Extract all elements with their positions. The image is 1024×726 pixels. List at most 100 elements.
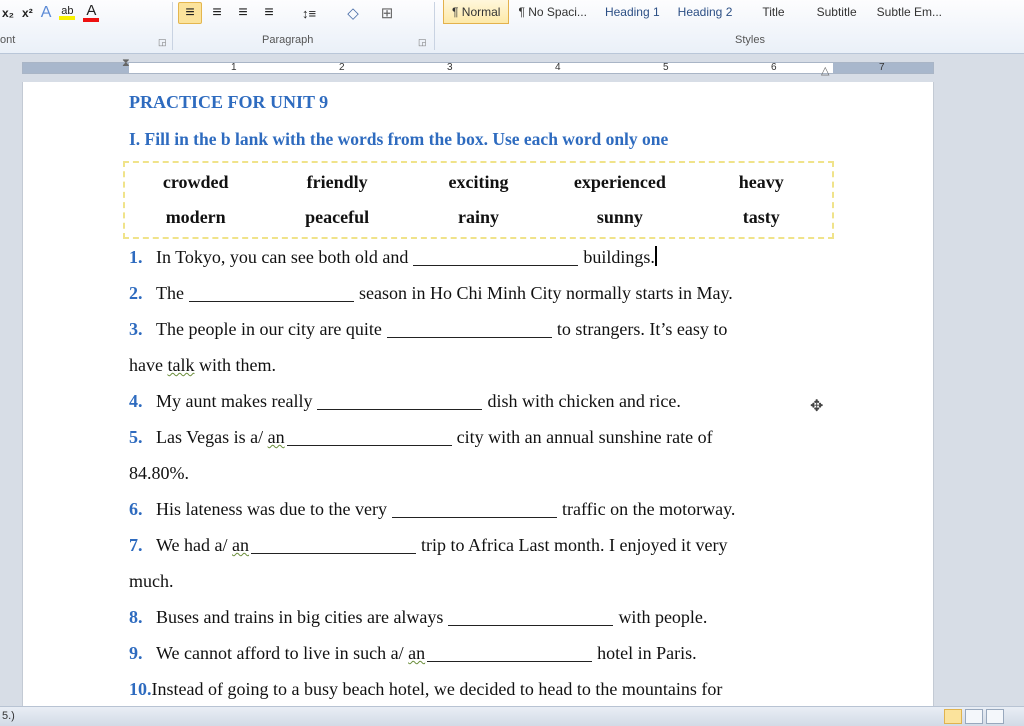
ruler-number: 6 bbox=[771, 62, 777, 73]
status-text: 5.) bbox=[2, 710, 15, 722]
word-box-item: crowded bbox=[162, 172, 229, 192]
web-layout-view-icon[interactable] bbox=[986, 709, 1004, 724]
split-cursor-icon: ✥ bbox=[810, 398, 824, 415]
text-cursor bbox=[654, 246, 657, 266]
style-normal[interactable]: ¶ Normal bbox=[443, 0, 510, 24]
full-screen-reading-view-icon[interactable] bbox=[965, 709, 983, 724]
answer-blank bbox=[286, 428, 452, 446]
question-7-continued: much. bbox=[129, 563, 829, 599]
question-text: The people in our city are quite bbox=[156, 319, 382, 339]
font-dialog-launcher-icon[interactable]: ◲ bbox=[158, 37, 167, 48]
word-box-item: experienced bbox=[573, 172, 666, 192]
answer-blank bbox=[188, 284, 354, 302]
question-text: In Tokyo, you can see both old and bbox=[156, 247, 409, 267]
font-format-row: x₂ x² A ab A bbox=[0, 0, 105, 26]
document-page[interactable]: PRACTICE FOR UNIT 9 I. Fill in the b lan… bbox=[22, 82, 934, 706]
spelling-marked-word: an bbox=[267, 427, 285, 447]
group-separator bbox=[434, 2, 435, 50]
ruler-number: 7 bbox=[879, 62, 885, 73]
view-buttons bbox=[941, 709, 1004, 724]
font-group-label: ont bbox=[0, 34, 16, 46]
question-text: much. bbox=[129, 571, 174, 591]
center-button[interactable]: ≡ bbox=[206, 2, 228, 24]
question-text: season in Ho Chi Minh City normally star… bbox=[358, 283, 733, 303]
line-spacing-button[interactable]: ↕≡ bbox=[292, 2, 326, 24]
first-line-indent-marker-icon[interactable]: ⧗ bbox=[122, 57, 130, 70]
question-3: 3. The people in our city are quite to str… bbox=[129, 311, 829, 347]
question-text: My aunt makes really bbox=[156, 391, 313, 411]
status-bar: 5.) bbox=[0, 706, 1024, 726]
justify-button[interactable]: ≡ bbox=[258, 2, 280, 24]
group-separator bbox=[172, 2, 173, 50]
question-number: 2. bbox=[129, 283, 143, 303]
question-text: to strangers. It’s easy to bbox=[556, 319, 728, 339]
question-7: 7. We had a/ an trip to Africa Last month.… bbox=[129, 527, 829, 563]
ruler-number: 5 bbox=[663, 62, 669, 73]
text-effects-button[interactable]: A bbox=[39, 2, 54, 24]
question-text: Instead of going to a busy beach hotel, … bbox=[151, 679, 723, 699]
styles-gallery: ¶ Normal ¶ No Spaci... Heading 1 Heading… bbox=[443, 0, 951, 30]
align-right-button[interactable]: ≡ bbox=[232, 2, 254, 24]
question-3-continued: have talk with them. bbox=[129, 347, 829, 383]
question-text: We had a/ bbox=[156, 535, 233, 555]
document-title: PRACTICE FOR UNIT 9 bbox=[129, 92, 329, 112]
word-box-item: exciting bbox=[448, 172, 509, 192]
paragraph-dialog-launcher-icon[interactable]: ◲ bbox=[418, 37, 427, 48]
word-box-item: heavy bbox=[738, 172, 784, 192]
align-left-button[interactable]: ≡ bbox=[178, 2, 202, 24]
document-body[interactable]: PRACTICE FOR UNIT 9 I. Fill in the b lan… bbox=[123, 92, 834, 706]
word-box-item: rainy bbox=[457, 207, 499, 227]
question-text: city with an annual sunshine rate of bbox=[456, 427, 713, 447]
ruler-number: 4 bbox=[555, 62, 561, 73]
question-text: hotel in Paris. bbox=[597, 643, 697, 663]
word-box-item: sunny bbox=[596, 207, 643, 227]
word-box-item: peaceful bbox=[305, 207, 370, 227]
highlight-button[interactable]: ab bbox=[57, 2, 77, 24]
style-heading-2[interactable]: Heading 2 bbox=[669, 0, 742, 24]
horizontal-ruler[interactable]: 1 2 3 4 5 6 7 ⧗ △ bbox=[0, 55, 1024, 81]
right-indent-marker-icon[interactable]: △ bbox=[821, 64, 829, 77]
style-no-spacing[interactable]: ¶ No Spaci... bbox=[509, 0, 595, 24]
shading-button[interactable]: ◇ bbox=[338, 2, 368, 24]
subscript-button[interactable]: x₂ bbox=[0, 2, 16, 24]
highlight-label: ab bbox=[61, 5, 74, 17]
answer-blank bbox=[427, 644, 593, 662]
question-number: 7. bbox=[129, 535, 143, 555]
highlight-color-bar bbox=[59, 16, 76, 20]
question-10: 10.Instead of going to a busy beach hote… bbox=[129, 671, 829, 706]
print-layout-view-icon[interactable] bbox=[944, 709, 962, 724]
question-text: trip to Africa Last month. I enjoyed it … bbox=[421, 535, 728, 555]
font-color-button[interactable]: A bbox=[81, 2, 101, 24]
question-text: We cannot afford to live in such a/ bbox=[156, 643, 409, 663]
superscript-button[interactable]: x² bbox=[20, 2, 35, 24]
style-heading-1[interactable]: Heading 1 bbox=[596, 0, 669, 24]
question-6: 6. His lateness was due to the very traffi… bbox=[129, 491, 829, 527]
styles-group-label: Styles bbox=[735, 34, 765, 46]
question-text: Las Vegas is a/ bbox=[156, 427, 268, 447]
style-title[interactable]: Title bbox=[741, 0, 805, 24]
question-text: with them. bbox=[194, 355, 276, 375]
question-8: 8. Buses and trains in big cities are alw… bbox=[129, 599, 829, 635]
question-text: traffic on the motorway. bbox=[561, 499, 736, 519]
answer-blank bbox=[386, 320, 552, 338]
word-box: crowded friendly exciting experienced he… bbox=[123, 161, 834, 239]
question-9: 9. We cannot afford to live in such a/ an… bbox=[129, 635, 829, 671]
question-text: buildings. bbox=[583, 247, 655, 267]
question-number: 3. bbox=[129, 319, 143, 339]
word-box-item: modern bbox=[165, 207, 226, 227]
question-1: 1. In Tokyo, you can see both old and buil… bbox=[129, 239, 829, 275]
question-4: 4. My aunt makes really dish with chicken … bbox=[129, 383, 829, 419]
answer-blank bbox=[251, 536, 417, 554]
question-5: 5. Las Vegas is a/ an city with an annual … bbox=[129, 419, 829, 455]
spelling-marked-word: talk bbox=[167, 355, 195, 375]
spelling-marked-word: an bbox=[408, 643, 426, 663]
question-number: 9. bbox=[129, 643, 143, 663]
question-number: 6. bbox=[129, 499, 143, 519]
spelling-marked-word: an bbox=[232, 535, 250, 555]
borders-button[interactable]: ⊞ bbox=[372, 2, 402, 24]
question-2: 2. The season in Ho Chi Minh City normally… bbox=[129, 275, 829, 311]
ruler-left-margin bbox=[23, 63, 129, 73]
style-subtitle[interactable]: Subtitle bbox=[806, 0, 868, 24]
style-subtle-emphasis[interactable]: Subtle Em... bbox=[868, 0, 951, 24]
question-text: His lateness was due to the very bbox=[156, 499, 387, 519]
